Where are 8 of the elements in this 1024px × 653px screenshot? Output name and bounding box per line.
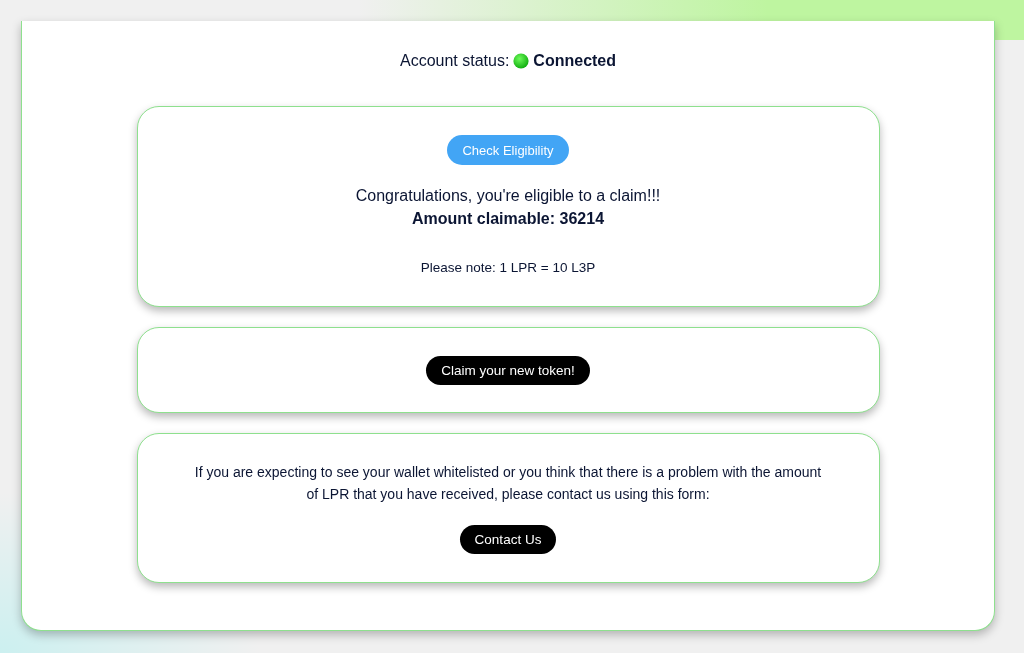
account-status-label: Account status: — [399, 51, 510, 71]
eligibility-message: Congratulations, you're eligible to a claim!!! — [355, 186, 661, 206]
account-status-value: Connected — [533, 51, 617, 71]
contact-us-button[interactable]: Contact Us — [459, 525, 557, 554]
contact-text: If you are expecting to see your wallet whitelisted or you think that there is a problem with the amount of LPR that you have received, please contact us using this form: — [193, 463, 823, 504]
conversion-note: Please note: 1 LPR = 10 L3P — [420, 259, 596, 277]
claim-token-button[interactable]: Claim your new token! — [426, 356, 590, 385]
claimable-amount: Amount claimable: 36214 — [411, 209, 605, 229]
